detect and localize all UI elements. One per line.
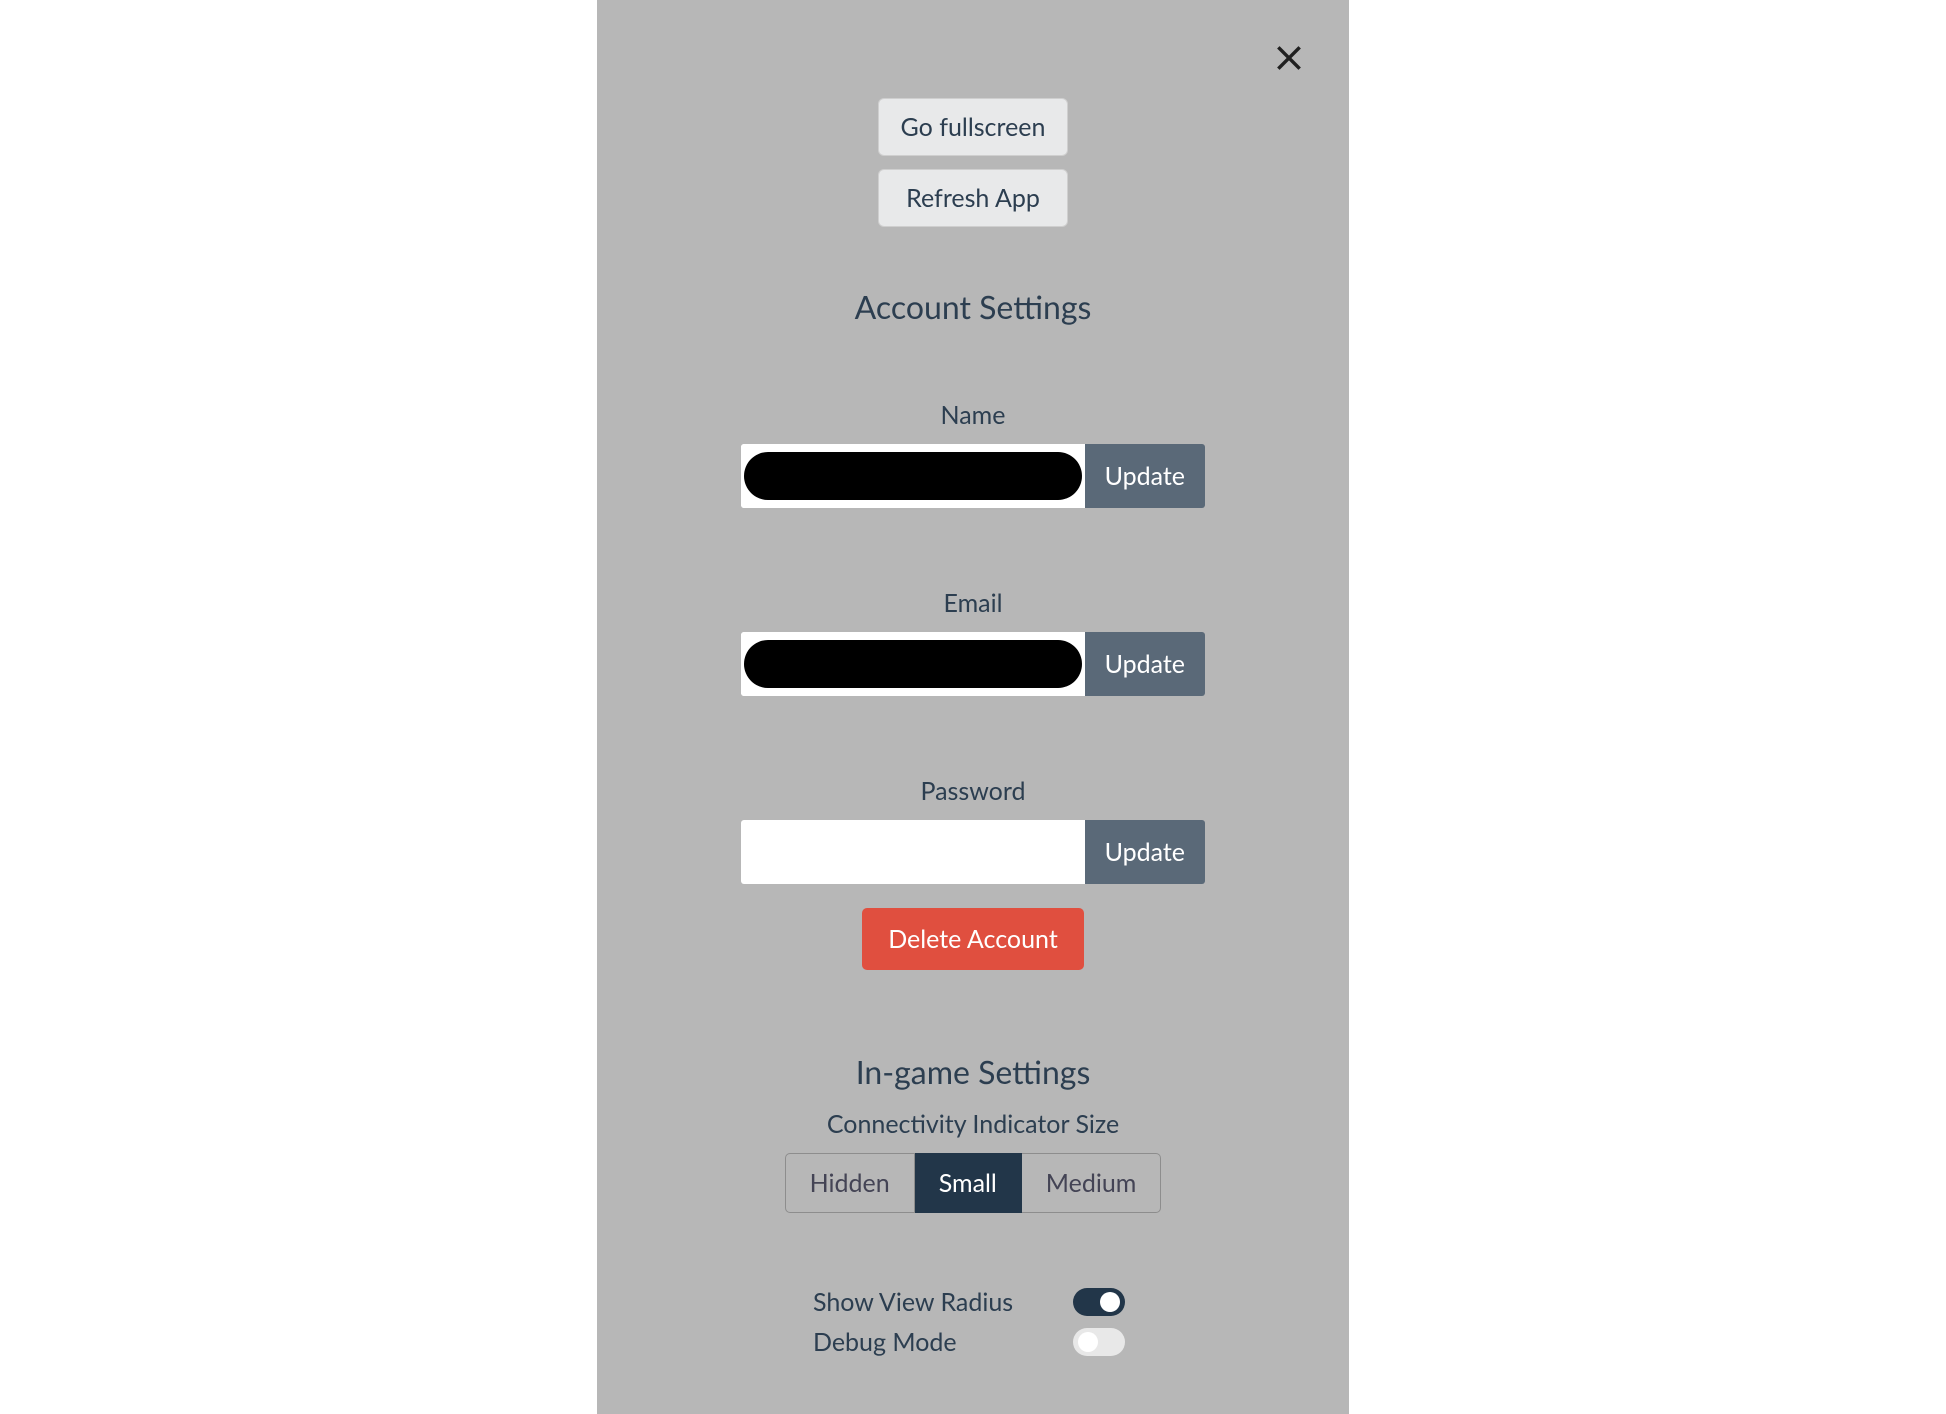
email-label: Email [944, 588, 1003, 618]
delete-account-button[interactable]: Delete Account [862, 908, 1084, 970]
password-input[interactable] [741, 820, 1085, 884]
update-password-button[interactable]: Update [1085, 820, 1205, 884]
name-field-block: Name Update [637, 400, 1309, 508]
ingame-settings-title: In-game Settings [856, 1052, 1091, 1091]
connectivity-option-medium[interactable]: Medium [1022, 1153, 1162, 1213]
password-field-block: Password Update [637, 776, 1309, 884]
go-fullscreen-button[interactable]: Go fullscreen [878, 98, 1069, 156]
account-settings-title: Account Settings [855, 287, 1092, 326]
debug-mode-label: Debug Mode [813, 1327, 1073, 1357]
toggle-handle [1078, 1332, 1098, 1352]
debug-mode-row: Debug Mode [813, 1327, 1133, 1357]
password-field-row: Update [741, 820, 1205, 884]
password-label: Password [921, 776, 1026, 806]
email-field-block: Email Update [637, 588, 1309, 696]
name-field-row: Update [741, 444, 1205, 508]
show-view-radius-toggle[interactable] [1073, 1288, 1125, 1316]
refresh-app-button[interactable]: Refresh App [878, 169, 1069, 227]
show-view-radius-label: Show View Radius [813, 1287, 1073, 1317]
update-name-button[interactable]: Update [1085, 444, 1205, 508]
close-icon[interactable] [1269, 38, 1309, 78]
show-view-radius-row: Show View Radius [813, 1287, 1133, 1317]
settings-modal: Go fullscreen Refresh App Account Settin… [597, 0, 1349, 1414]
toggle-handle [1100, 1292, 1120, 1312]
name-input[interactable] [741, 444, 1085, 508]
email-input[interactable] [741, 632, 1085, 696]
connectivity-option-small[interactable]: Small [915, 1153, 1022, 1213]
name-label: Name [941, 400, 1006, 430]
connectivity-option-hidden[interactable]: Hidden [785, 1153, 915, 1213]
debug-mode-toggle[interactable] [1073, 1328, 1125, 1356]
connectivity-indicator-group: Hidden Small Medium [785, 1153, 1162, 1213]
email-field-row: Update [741, 632, 1205, 696]
top-buttons: Go fullscreen Refresh App [878, 98, 1069, 227]
connectivity-indicator-label: Connectivity Indicator Size [827, 1109, 1119, 1139]
update-email-button[interactable]: Update [1085, 632, 1205, 696]
